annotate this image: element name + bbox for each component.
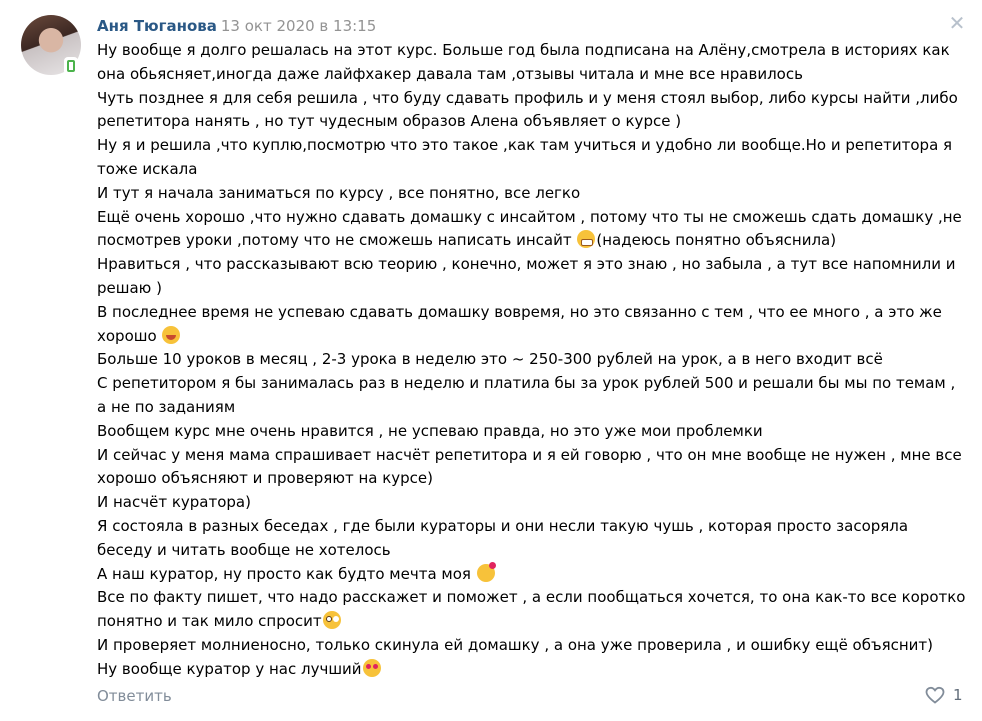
comment-line: Чуть позднее я для себя решила , что буд… (97, 88, 958, 131)
comment-line-text: В последнее время не успеваю сдавать дом… (97, 302, 942, 345)
comment-line: Ну вообще куратор у нас лучший (97, 658, 967, 682)
heart-icon (925, 686, 945, 704)
comment-line-text: Все по факту пишет, что надо расскажет и… (97, 588, 966, 631)
like-count: 1 (953, 686, 963, 704)
reply-button[interactable]: Ответить (97, 686, 172, 706)
comment-line-text: А наш куратор, ну просто как будто мечта… (97, 564, 471, 583)
grinning-face-icon (577, 230, 596, 249)
mobile-online-icon (64, 57, 78, 75)
comment-line: И сейчас у меня мама спрашивает насчёт р… (97, 445, 962, 488)
comment-line: Я состояла в разных беседах , где были к… (97, 516, 909, 559)
comment-line: И тут я начала заниматься по курсу , все… (97, 183, 581, 202)
smiling-face-with-hearts-icon (476, 561, 496, 582)
comment-date[interactable]: 13 окт 2020 в 13:15 (221, 17, 376, 35)
laughing-face-icon (162, 325, 181, 344)
comment-line: Ещё очень хорошо ,что нужно сдавать дома… (97, 206, 967, 254)
author-name[interactable]: Аня Тюганова (97, 17, 217, 35)
like-button[interactable]: 1 (925, 685, 963, 705)
comment-line: В последнее время не успеваю сдавать дом… (97, 301, 967, 349)
comment-line: И проверяет молниеносно, только скинула … (97, 635, 934, 654)
flushed-face-icon (322, 611, 341, 630)
comment-line: Больше 10 уроков в месяц , 2-3 урока в н… (97, 350, 883, 369)
comment-line: Нравиться , что рассказывают всю теорию … (97, 255, 956, 297)
comment-line: С репетитором я бы занималась раз в неде… (97, 374, 956, 416)
comment-line-text: Ну вообще куратор у нас лучший (97, 659, 362, 678)
comment-line-text: (надеюсь понятно объяснила) (596, 231, 837, 250)
comment-line: Ну вообще я долго решалась на этот курс.… (97, 41, 950, 83)
heart-eyes-face-icon (362, 658, 381, 677)
comment-line: Вообщем курс мне очень нравится , не усп… (97, 421, 763, 440)
comment-line: И насчёт куратора) (97, 493, 251, 512)
comment-line: А наш куратор, ну просто как будто мечта… (97, 561, 967, 587)
close-icon[interactable]: ✕ (947, 13, 967, 33)
comment-line: Ну я и решила ,что куплю,посмотрю что эт… (97, 136, 953, 178)
comment-header: Аня Тюганова 13 окт 2020 в 13:15 (97, 16, 376, 36)
comment-line: Все по факту пишет, что надо расскажет и… (97, 586, 967, 634)
comment-text: Ну вообще я долго решалась на этот курс.… (97, 39, 967, 682)
